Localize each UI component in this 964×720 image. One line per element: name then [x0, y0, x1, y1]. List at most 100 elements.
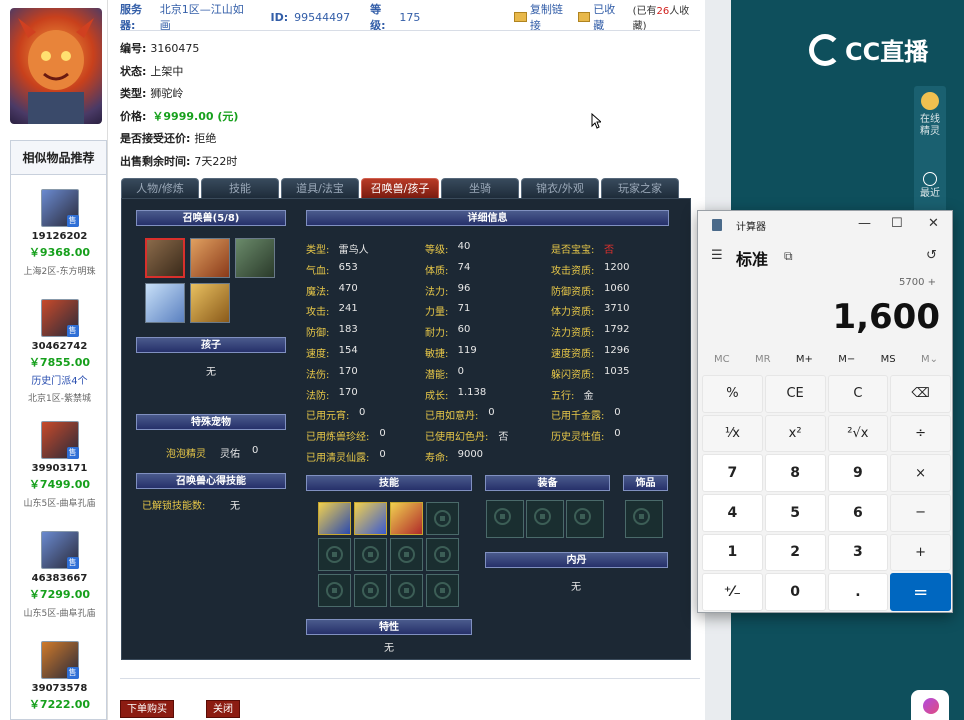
stat-label: 法伤: [306, 369, 330, 381]
calc-key-0[interactable]: % [702, 375, 763, 413]
empty-slot-icon [494, 508, 511, 525]
calc-key-20[interactable]: ⁺⁄₋ [702, 573, 763, 611]
calc-key-19[interactable]: + [890, 533, 951, 572]
similar-item-price: ￥7499.00 [28, 478, 91, 491]
detail-tabs: 人物/修炼 技能 道具/法宝 召唤兽/孩子 坐骑 锦衣/外观 玩家之家 [121, 178, 691, 198]
stat-label: 已用如意丹: [425, 411, 479, 423]
memory-button-5[interactable]: M⌄ [921, 354, 938, 370]
calc-key-23[interactable]: = [890, 573, 951, 611]
memory-button-1[interactable]: MR [755, 354, 771, 370]
for-sale-badge: 售 [66, 325, 79, 337]
memory-button-3[interactable]: M− [838, 354, 855, 370]
tab-1[interactable]: 技能 [201, 178, 279, 198]
menu-icon[interactable]: ☰ [711, 248, 723, 263]
calc-key-16[interactable]: 1 [702, 533, 763, 572]
pet-thumbnail[interactable] [145, 238, 185, 278]
empty-skill-slot [426, 574, 459, 607]
info-row: 编号: 3160475 [120, 38, 570, 61]
calc-key-6[interactable]: ²√x [827, 414, 889, 453]
calc-key-7[interactable]: ÷ [890, 414, 951, 453]
calc-key-1[interactable]: CE [764, 375, 826, 413]
brain-icon[interactable] [911, 690, 949, 720]
copy-link-button[interactable]: 复制链接 [514, 1, 571, 33]
online-elf-button[interactable]: 在线精灵 [914, 86, 946, 138]
tab-3[interactable]: 召唤兽/孩子 [361, 178, 439, 198]
calc-key-12[interactable]: 4 [702, 494, 763, 532]
stat-label: 类型: [306, 245, 330, 256]
empty-slot-icon [434, 510, 451, 527]
empty-slot-icon [362, 582, 379, 599]
similar-item-price: ￥7855.00 [28, 356, 91, 369]
pet-skill-icon[interactable] [318, 502, 351, 535]
close-icon[interactable]: ✕ [928, 216, 939, 231]
stat-label: 已用炼兽珍经: [306, 432, 370, 444]
keep-on-top-icon[interactable]: ⧉ [784, 249, 793, 264]
calc-key-22[interactable]: . [827, 573, 889, 611]
calc-key-18[interactable]: 3 [827, 533, 889, 572]
calc-key-14[interactable]: 6 [827, 494, 889, 532]
calc-key-11[interactable]: × [890, 454, 951, 492]
memory-button-4[interactable]: MS [881, 354, 896, 370]
item-header: 服务器: 北京1区—江山如画 ID: 99544497 等级: 175 复制链接… [120, 3, 700, 32]
stat-value: 1200 [604, 261, 630, 273]
level-value: 175 [399, 10, 421, 24]
similar-item[interactable]: 售 39903171 ￥7499.00 山东5区-曲阜孔庙 [11, 421, 108, 509]
maximize-icon[interactable]: ☐ [891, 216, 903, 231]
pet-skill-icon[interactable] [354, 502, 387, 535]
stat-value: 3710 [604, 303, 630, 315]
calc-key-9[interactable]: 8 [764, 454, 826, 492]
memory-button-0[interactable]: MC [714, 354, 730, 370]
tab-0[interactable]: 人物/修炼 [121, 178, 199, 198]
similar-item-id: 39903171 [31, 463, 88, 474]
heart-skill-value: 无 [230, 501, 240, 512]
similar-item[interactable]: 售 39073578 ￥7222.00 [11, 641, 108, 712]
stat-value: 60 [457, 324, 471, 336]
calc-key-5[interactable]: x² [764, 414, 826, 453]
pet-thumbnail[interactable] [235, 238, 275, 278]
pet-thumbnail[interactable] [190, 238, 230, 278]
pet-thumbnail[interactable] [190, 283, 230, 323]
stat-label: 力量: [425, 307, 449, 319]
similar-item[interactable]: 售 30462742 ￥7855.00 历史门派4个 北京1区-紫禁城 [11, 299, 108, 404]
memory-button-2[interactable]: M+ [796, 354, 813, 370]
calc-key-17[interactable]: 2 [764, 533, 826, 572]
stat-value: 0 [488, 407, 495, 419]
calc-key-3[interactable]: ⌫ [890, 375, 951, 413]
calc-key-13[interactable]: 5 [764, 494, 826, 532]
similar-item[interactable]: 售 46383667 ￥7299.00 山东5区-曲阜孔庙 [11, 531, 108, 619]
stat-label: 速度: [306, 349, 330, 360]
pet-skill-icon[interactable] [390, 502, 423, 535]
calc-key-15[interactable]: − [890, 494, 951, 532]
divider [120, 678, 700, 679]
calc-key-4[interactable]: ¹⁄x [702, 414, 763, 453]
folder-icon [514, 12, 527, 22]
stat-label: 速度资质: [551, 349, 595, 360]
calc-key-2[interactable]: C [827, 375, 889, 413]
recent-button[interactable]: 最近 [914, 168, 946, 200]
tab-4[interactable]: 坐骑 [441, 178, 519, 198]
favorite-button[interactable]: 已收藏 [577, 1, 625, 33]
tab-5[interactable]: 锦衣/外观 [521, 178, 599, 198]
for-sale-badge: 售 [66, 557, 79, 569]
elf-icon [921, 92, 939, 110]
tab-6[interactable]: 玩家之家 [601, 178, 679, 198]
calc-key-8[interactable]: 7 [702, 454, 763, 492]
accessory-header: 饰品 [623, 475, 668, 491]
close-button[interactable]: 关闭 [206, 700, 240, 718]
history-icon[interactable]: ↺ [926, 248, 937, 263]
similar-item-thumbnail: 售 [40, 299, 79, 337]
minimize-icon[interactable]: — [858, 216, 871, 231]
stat-label: 五行: [551, 390, 575, 402]
server-value: 北京1区—江山如画 [159, 3, 244, 32]
calc-key-10[interactable]: 9 [827, 454, 889, 492]
tab-2[interactable]: 道具/法宝 [281, 178, 359, 198]
similar-item-id: 46383667 [31, 573, 88, 584]
buy-button[interactable]: 下单购买 [120, 700, 174, 718]
similar-item[interactable]: 售 19126202 ￥9368.00 上海2区-东方明珠 [11, 189, 108, 277]
special-pet-count: 0 [252, 445, 259, 456]
info-row: 价格: ￥9999.00 (元) [120, 106, 570, 129]
calc-key-21[interactable]: 0 [764, 573, 826, 611]
pet-thumbnail[interactable] [145, 283, 185, 323]
empty-accessory-slot [625, 500, 663, 538]
empty-slot-icon [398, 546, 415, 563]
